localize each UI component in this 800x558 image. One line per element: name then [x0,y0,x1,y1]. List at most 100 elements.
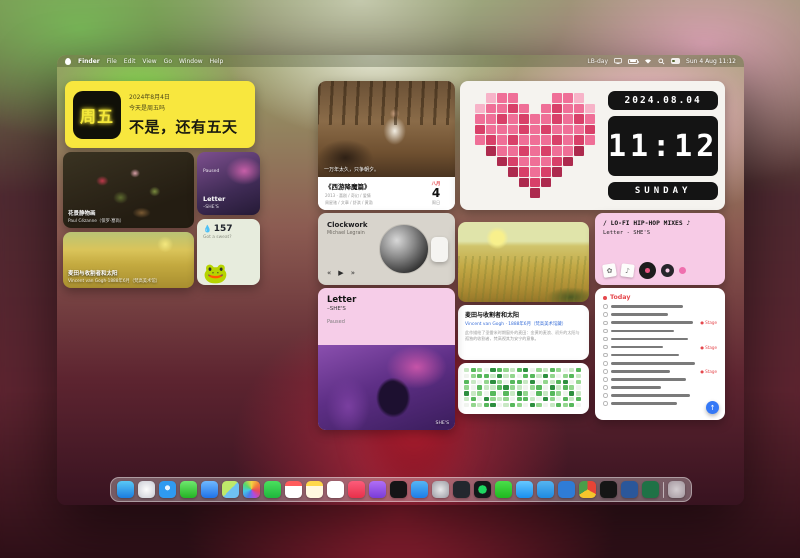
dock-chrome-icon[interactable] [579,481,596,498]
todo-item[interactable]: ● Stage [603,345,717,350]
heart-pixel [497,114,507,124]
dock-music-icon[interactable] [348,481,365,498]
dock-reminders-icon[interactable] [327,481,344,498]
menu-file[interactable]: File [107,58,117,65]
menu-help[interactable]: Help [210,58,224,65]
dock-qq-icon[interactable] [516,481,533,498]
pixel-clock-time: 11:12 [608,116,718,176]
checkbox-icon[interactable] [603,345,608,350]
todo-item[interactable] [603,304,717,309]
todo-item[interactable]: ● Stage [603,320,717,325]
art-card-0[interactable]: 花景静物画Paul Cézanne（保罗·塞尚） [63,152,194,228]
contribution-cell [550,385,555,389]
dock-appstore-icon[interactable] [411,481,428,498]
dock-safari-icon[interactable] [159,481,176,498]
reminders-widget[interactable]: Today ● Stage● Stage● Stage ↑ [595,288,725,420]
dock-figma-icon[interactable] [600,481,617,498]
dock-spotify-icon[interactable] [474,481,491,498]
todo-item[interactable] [603,361,717,366]
dock-mail-icon[interactable] [201,481,218,498]
dock-notes-icon[interactable] [306,481,323,498]
battery-icon[interactable] [628,59,638,64]
dock-vscode-icon[interactable] [558,481,575,498]
play-icon[interactable]: ▶ [338,269,343,277]
menu-view[interactable]: View [142,58,156,65]
movie-date-widget[interactable]: 一万年太久，只争朝夕。 《西游降魔篇》 2013 · 喜剧 / 奇幻 / 爱情 … [318,81,455,210]
heart-pixel [563,125,573,135]
menu-edit[interactable]: Edit [124,58,136,65]
dock-facetime-icon[interactable] [264,481,281,498]
letter-now-playing-widget[interactable]: Letter –SHE'S Paused SHE'S [318,288,455,430]
vangogh-painting-widget[interactable] [458,222,589,302]
heart-pixel [530,157,540,167]
heart-pixel [541,146,551,156]
dock-messages-icon[interactable] [180,481,197,498]
checkbox-icon[interactable] [603,401,608,406]
contribution-cell [530,368,535,372]
dock-wechat-icon[interactable] [495,481,512,498]
menu-window[interactable]: Window [179,58,203,65]
artwork-info-widget[interactable]: 麦田与收割者和太阳 Vincent van Gogh · 1888年6月（梵高美… [458,305,589,360]
status-label[interactable]: LB-day [587,58,608,65]
todo-item[interactable] [603,385,717,390]
contribution-cell [477,380,482,384]
contribution-graph-widget[interactable] [458,363,589,414]
heart-pixel [519,167,529,177]
dock-calendar-icon[interactable] [285,481,302,498]
menu-bar-clock[interactable]: Sun 4 Aug 11:12 [686,58,736,65]
checkbox-icon[interactable] [603,337,608,342]
todo-item[interactable] [603,393,717,398]
artwork-info-byline[interactable]: Vincent van Gogh · 1888年6月（梵高美术馆藏） [465,321,582,327]
wifi-icon[interactable] [644,58,652,64]
checkbox-icon[interactable] [603,385,608,390]
checkbox-icon[interactable] [603,361,608,366]
lofi-mix-widget[interactable]: / LO-FI HIP-HOP MIXES ♪ Letter - SHE'S ✿… [595,213,725,285]
control-center-icon[interactable] [671,58,680,64]
dock-tv-icon[interactable] [390,481,407,498]
active-app-name[interactable]: Finder [78,58,100,65]
checkbox-icon[interactable] [603,321,608,326]
album-art [379,224,429,274]
water-counter-widget[interactable]: 💧 157 Got a sweat? 🐸 [197,219,260,285]
dock-finder-icon[interactable] [117,481,134,498]
menu-go[interactable]: Go [164,58,172,65]
todo-item[interactable] [603,353,717,358]
checkbox-icon[interactable] [603,304,608,309]
dock-maps-icon[interactable] [222,481,239,498]
add-reminder-button[interactable]: ↑ [706,401,719,414]
dock-terminal-icon[interactable] [453,481,470,498]
checkbox-icon[interactable] [603,377,608,382]
todo-item[interactable] [603,328,717,333]
apple-menu-icon[interactable] [65,58,71,65]
dock-excel-icon[interactable] [642,481,659,498]
dock-launchpad-icon[interactable] [138,481,155,498]
next-track-icon[interactable]: » [351,269,355,277]
dock-podcasts-icon[interactable] [369,481,386,498]
contribution-cell [503,403,508,407]
heart-pixel [508,104,518,114]
dock-word-icon[interactable] [621,481,638,498]
todo-item[interactable] [603,312,717,317]
previous-track-icon[interactable]: « [327,269,331,277]
search-icon[interactable] [658,58,665,65]
pixel-clock-widget[interactable]: 2024.08.04 11:12 SUNDAY [460,81,725,210]
todo-item[interactable] [603,336,717,341]
checkbox-icon[interactable] [603,393,608,398]
art-card-1[interactable]: 麦田与收割者和太阳Vincent van Gogh·1888年6月（梵高美术馆） [63,232,194,288]
dock-telegram-icon[interactable] [537,481,554,498]
music-player-widget[interactable]: Clockwork Michael Legrain « ▶ » [318,213,455,285]
checkbox-icon[interactable] [603,353,608,358]
friday-countdown-widget[interactable]: 周五 2024年8月4日 今天是周五吗 不是，还有五天 [65,81,255,148]
checkbox-icon[interactable] [603,369,608,374]
dock-photos-icon[interactable] [243,481,260,498]
checkbox-icon[interactable] [603,312,608,317]
todo-item-text [611,321,693,324]
todo-item[interactable] [603,377,717,382]
mini-music-widget[interactable]: Paused Letter –SHE'S [197,152,260,215]
checkbox-icon[interactable] [603,329,608,334]
todo-item[interactable] [603,401,717,406]
todo-item[interactable]: ● Stage [603,369,717,374]
screen-mirroring-icon[interactable] [614,58,622,64]
dock-settings-icon[interactable] [432,481,449,498]
dock-trash-icon[interactable] [668,481,685,498]
